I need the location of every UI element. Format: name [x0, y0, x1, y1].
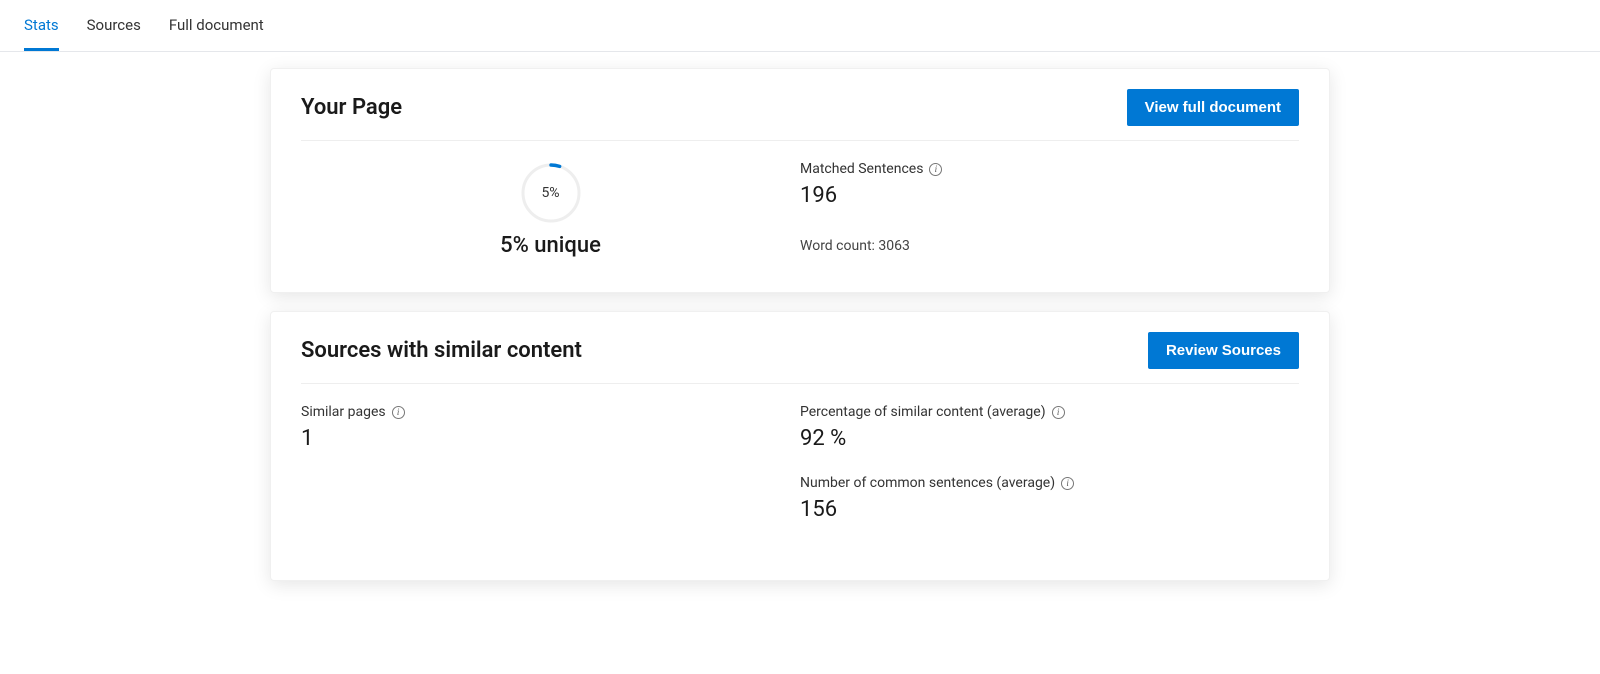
common-sentences-label-text: Number of common sentences (average)	[800, 475, 1055, 491]
sources-card: Sources with similar content Review Sour…	[270, 311, 1330, 581]
your-page-header: Your Page View full document	[301, 89, 1299, 141]
review-sources-button[interactable]: Review Sources	[1148, 332, 1299, 369]
sources-card-body: Similar pages i 1 Percentage of similar …	[301, 402, 1299, 546]
common-sentences-block: Number of common sentences (average) i 1…	[800, 475, 1299, 522]
common-sentences-value: 156	[800, 497, 1299, 522]
sources-card-header: Sources with similar content Review Sour…	[301, 332, 1299, 384]
tabs-nav: Stats Sources Full document	[0, 0, 1600, 52]
averages-col: Percentage of similar content (average) …	[800, 402, 1299, 546]
matched-sentences-label: Matched Sentences i	[800, 161, 1299, 177]
your-page-card: Your Page View full document 5% 5% uniqu…	[270, 68, 1330, 293]
word-count: Word count: 3063	[800, 238, 1299, 254]
similar-pages-value: 1	[301, 426, 800, 451]
common-sentences-label: Number of common sentences (average) i	[800, 475, 1299, 491]
percentage-label: Percentage of similar content (average) …	[800, 404, 1299, 420]
info-icon[interactable]: i	[929, 163, 942, 176]
similar-pages-block: Similar pages i 1	[301, 404, 800, 451]
matched-sentences-block: Matched Sentences i 196	[800, 161, 1299, 208]
matched-sentences-value: 196	[800, 183, 1299, 208]
your-page-title: Your Page	[301, 95, 402, 120]
content-area: Your Page View full document 5% 5% uniqu…	[0, 52, 1600, 629]
info-icon[interactable]: i	[1052, 406, 1065, 419]
info-icon[interactable]: i	[1061, 477, 1074, 490]
similar-pages-label-text: Similar pages	[301, 404, 386, 420]
info-icon[interactable]: i	[392, 406, 405, 419]
similar-pages-label: Similar pages i	[301, 404, 800, 420]
view-full-document-button[interactable]: View full document	[1127, 89, 1299, 126]
uniqueness-col: 5% 5% unique	[301, 159, 800, 258]
percentage-block: Percentage of similar content (average) …	[800, 404, 1299, 451]
percentage-value: 92 %	[800, 426, 1299, 451]
matched-col: Matched Sentences i 196 Word count: 3063	[800, 159, 1299, 258]
tab-stats[interactable]: Stats	[24, 0, 59, 51]
similar-pages-col: Similar pages i 1	[301, 402, 800, 546]
unique-percent-donut: 5%	[519, 161, 583, 225]
percentage-label-text: Percentage of similar content (average)	[800, 404, 1046, 420]
tab-full-document[interactable]: Full document	[169, 0, 264, 51]
sources-card-title: Sources with similar content	[301, 338, 582, 363]
tab-sources[interactable]: Sources	[87, 0, 141, 51]
donut-percent-label: 5%	[519, 161, 583, 225]
your-page-body: 5% 5% unique Matched Sentences i 196 Wor…	[301, 159, 1299, 258]
unique-label: 5% unique	[500, 233, 601, 258]
matched-sentences-label-text: Matched Sentences	[800, 161, 923, 177]
